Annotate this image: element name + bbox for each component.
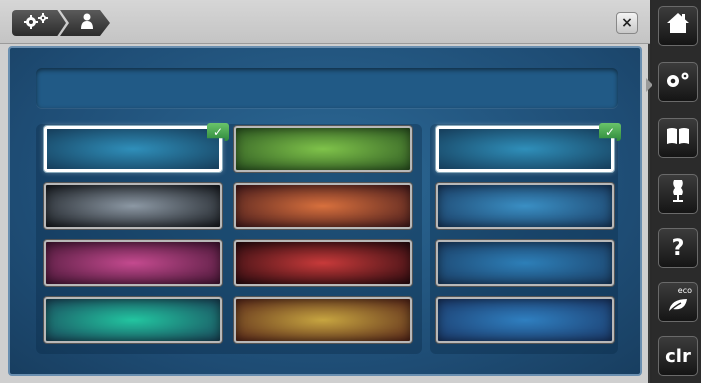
color-swatch-left-6[interactable] — [234, 240, 412, 286]
breadcrumb-settings[interactable] — [12, 10, 66, 36]
clear-button[interactable]: clr — [658, 336, 698, 376]
text-bar — [36, 68, 618, 108]
color-swatch-left-2[interactable] — [234, 126, 412, 172]
color-swatch-right-1[interactable]: ✓ — [436, 123, 621, 172]
color-swatch-left-4[interactable] — [234, 183, 412, 229]
settings-window: × ✓ ✓ — [0, 0, 650, 383]
tutorial-button[interactable] — [658, 118, 698, 158]
color-scheme-panel: ✓ ✓ — [8, 46, 642, 376]
color-swatch-left-1[interactable]: ✓ — [44, 123, 229, 172]
gears-icon — [22, 13, 50, 33]
help-icon: ? — [671, 235, 685, 261]
dress-form-icon — [670, 179, 686, 209]
user-icon — [80, 13, 94, 33]
color-swatch-right-2[interactable] — [436, 183, 614, 229]
color-swatch-left-8[interactable] — [234, 297, 412, 343]
side-toolbar: ? eco clr — [652, 0, 701, 383]
close-button[interactable]: × — [616, 12, 638, 34]
color-swatch-left-7[interactable] — [44, 297, 222, 343]
eco-button[interactable]: eco — [658, 282, 698, 322]
eco-label: eco — [677, 286, 692, 295]
selected-check-icon: ✓ — [207, 123, 229, 141]
color-swatch-left-3[interactable] — [44, 183, 222, 229]
home-icon — [666, 12, 690, 40]
color-swatch-right-4[interactable] — [436, 297, 614, 343]
gears-icon — [664, 70, 692, 95]
color-swatch-left-5[interactable] — [44, 240, 222, 286]
leaf-icon — [667, 294, 689, 319]
settings-button[interactable] — [658, 62, 698, 102]
clr-label: clr — [665, 345, 691, 367]
color-swatch-right-3[interactable] — [436, 240, 614, 286]
home-button[interactable] — [658, 6, 698, 46]
book-icon — [666, 126, 690, 151]
title-bar: × — [0, 0, 650, 44]
selected-check-icon: ✓ — [599, 123, 621, 141]
help-button[interactable]: ? — [658, 228, 698, 268]
breadcrumb-user-settings[interactable] — [60, 10, 110, 36]
guide-button[interactable] — [658, 174, 698, 214]
